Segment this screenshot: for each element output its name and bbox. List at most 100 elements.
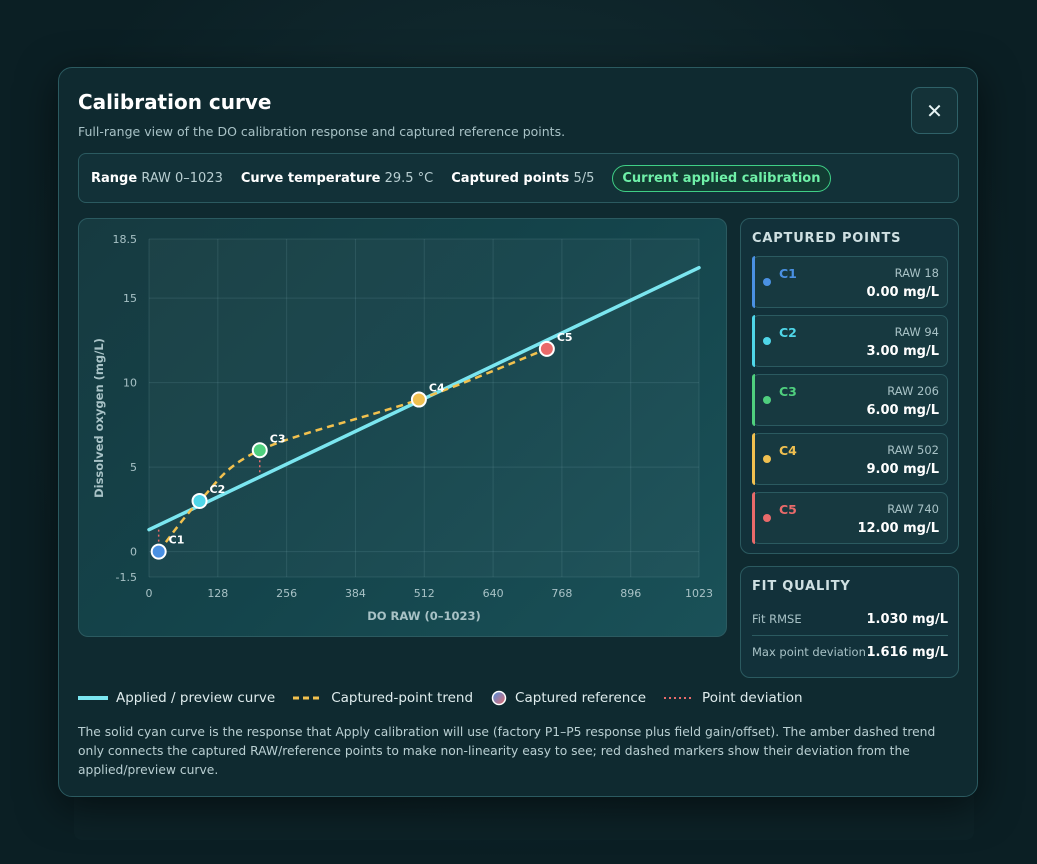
legend-applied: Applied / preview curve bbox=[78, 690, 275, 706]
y-tick-label: 5 bbox=[130, 461, 137, 474]
legend-reference: Captured reference bbox=[491, 690, 646, 706]
fit-quality-panel: FIT QUALITY Fit RMSE 1.030 mg/L Max poin… bbox=[740, 566, 959, 678]
status-badge: Current applied calibration bbox=[612, 164, 831, 192]
fit-rmse-label: Fit RMSE bbox=[752, 612, 802, 626]
fit-rmse-value: 1.030 mg/L bbox=[866, 611, 948, 627]
point-value: 12.00 mg/L bbox=[857, 521, 939, 536]
fit-maxdev-value: 1.616 mg/L bbox=[866, 644, 948, 660]
point-raw: RAW 740 bbox=[887, 502, 939, 516]
point-dot-icon bbox=[763, 278, 771, 286]
point-color-bar bbox=[752, 492, 755, 544]
captured-point-label: C2 bbox=[210, 483, 226, 496]
x-tick-label: 1023 bbox=[685, 587, 713, 600]
point-dot-icon bbox=[763, 337, 771, 345]
point-dot-icon bbox=[763, 396, 771, 404]
captured-points-heading: CAPTURED POINTS bbox=[752, 231, 902, 246]
legend-applied-label: Applied / preview curve bbox=[116, 690, 276, 706]
y-tick-label: 0 bbox=[130, 546, 137, 559]
modal-subtitle: Full-range view of the DO calibration re… bbox=[78, 124, 566, 139]
y-tick-label: 15 bbox=[123, 292, 137, 305]
fit-rmse-row: Fit RMSE 1.030 mg/L bbox=[752, 603, 948, 635]
captured-point-label: C5 bbox=[557, 331, 573, 344]
legend-deviation: Point deviation bbox=[664, 690, 803, 706]
legend-reference-label: Captured reference bbox=[515, 690, 647, 706]
dashed-line-icon bbox=[293, 696, 324, 700]
point-dot-icon bbox=[763, 514, 771, 522]
y-tick-label: 18.5 bbox=[113, 233, 138, 246]
legend-trend: Captured-point trend bbox=[293, 690, 473, 706]
calibration-modal: Calibration curve Full-range view of the… bbox=[58, 67, 978, 797]
close-icon: ✕ bbox=[926, 98, 943, 123]
range-info: Range RAW 0–1023 bbox=[91, 171, 223, 186]
point-label: C4 bbox=[779, 443, 797, 458]
y-tick-label: -1.5 bbox=[116, 571, 137, 584]
x-tick-label: 768 bbox=[551, 587, 572, 600]
temperature-label: Curve temperature bbox=[240, 170, 381, 186]
background-row bbox=[74, 790, 974, 840]
reference-dot-icon bbox=[491, 690, 507, 706]
temperature-info: Curve temperature 29.5 °C bbox=[241, 171, 433, 186]
dotted-line-icon bbox=[664, 697, 695, 699]
captured-point-marker bbox=[150, 543, 167, 560]
point-value: 0.00 mg/L bbox=[866, 285, 939, 300]
fit-maxdev-label: Max point deviation bbox=[752, 645, 866, 659]
fit-quality-heading: FIT QUALITY bbox=[752, 579, 851, 594]
captured-point-card[interactable]: C2 RAW 94 3.00 mg/L bbox=[752, 315, 948, 367]
y-axis-label: Dissolved oxygen (mg/L) bbox=[92, 338, 106, 498]
x-tick-label: 640 bbox=[483, 587, 504, 600]
point-color-bar bbox=[752, 315, 755, 367]
explanation-note: The solid cyan curve is the response tha… bbox=[78, 725, 936, 777]
captured-point-card[interactable]: C5 RAW 740 12.00 mg/L bbox=[752, 492, 948, 544]
captured-point-label: C3 bbox=[270, 432, 286, 445]
info-bar: Range RAW 0–1023 Curve temperature 29.5 … bbox=[78, 153, 959, 203]
x-tick-label: 256 bbox=[276, 587, 297, 600]
x-tick-label: 128 bbox=[207, 587, 228, 600]
point-raw: RAW 206 bbox=[887, 384, 939, 398]
point-raw: RAW 502 bbox=[887, 443, 939, 457]
captured-label: Captured points bbox=[451, 170, 570, 186]
point-value: 9.00 mg/L bbox=[866, 462, 939, 477]
point-label: C2 bbox=[779, 325, 797, 340]
point-color-bar bbox=[752, 256, 755, 308]
range-value: RAW 0–1023 bbox=[141, 170, 223, 186]
captured-point-marker bbox=[538, 340, 555, 357]
range-label: Range bbox=[91, 170, 138, 186]
point-dot-icon bbox=[763, 455, 771, 463]
point-label: C3 bbox=[779, 384, 797, 399]
y-tick-label: 10 bbox=[123, 377, 137, 390]
captured-point-label: C4 bbox=[429, 382, 445, 395]
captured-point-card[interactable]: C4 RAW 502 9.00 mg/L bbox=[752, 433, 948, 485]
x-tick-label: 512 bbox=[414, 587, 435, 600]
point-color-bar bbox=[752, 433, 755, 485]
modal-title: Calibration curve bbox=[78, 90, 272, 114]
solid-line-icon bbox=[78, 696, 108, 700]
captured-point-marker bbox=[251, 442, 268, 459]
captured-info: Captured points 5/5 bbox=[451, 171, 594, 186]
x-tick-label: 384 bbox=[345, 587, 366, 600]
chart-panel: 0 128 256 384 512 640 768 896 1023 18.5 15 10 5 0 -1.5… bbox=[78, 218, 727, 637]
captured-point-card[interactable]: C1 RAW 18 0.00 mg/L bbox=[752, 256, 948, 308]
captured-point-card[interactable]: C3 RAW 206 6.00 mg/L bbox=[752, 374, 948, 426]
x-tick-label: 896 bbox=[620, 587, 641, 600]
x-tick-label: 0 bbox=[146, 587, 153, 600]
captured-point-label: C1 bbox=[169, 534, 185, 547]
captured-points-panel: CAPTURED POINTS C1 RAW 18 0.00 mg/L C2 RAW 9… bbox=[740, 218, 959, 554]
fit-maxdev-row: Max point deviation 1.616 mg/L bbox=[752, 636, 948, 668]
point-raw: RAW 18 bbox=[894, 266, 939, 280]
calibration-chart: 0 128 256 384 512 640 768 896 1023 18.5 15 10 5 0 -1.5… bbox=[92, 233, 713, 623]
chart-legend: Applied / preview curve Captured-point t… bbox=[78, 690, 803, 706]
point-value: 6.00 mg/L bbox=[866, 403, 939, 418]
x-axis-label: DO RAW (0–1023) bbox=[367, 609, 481, 623]
captured-point-marker bbox=[410, 391, 427, 408]
point-label: C1 bbox=[779, 266, 797, 281]
temperature-value: 29.5 °C bbox=[384, 170, 434, 186]
close-button[interactable]: ✕ bbox=[911, 87, 958, 134]
legend-trend-label: Captured-point trend bbox=[331, 690, 474, 706]
legend-deviation-label: Point deviation bbox=[702, 690, 803, 706]
captured-point-marker bbox=[191, 492, 208, 509]
point-value: 3.00 mg/L bbox=[866, 344, 939, 359]
captured-value: 5/5 bbox=[573, 170, 595, 186]
point-label: C5 bbox=[779, 502, 797, 517]
point-raw: RAW 94 bbox=[894, 325, 939, 339]
point-color-bar bbox=[752, 374, 755, 426]
